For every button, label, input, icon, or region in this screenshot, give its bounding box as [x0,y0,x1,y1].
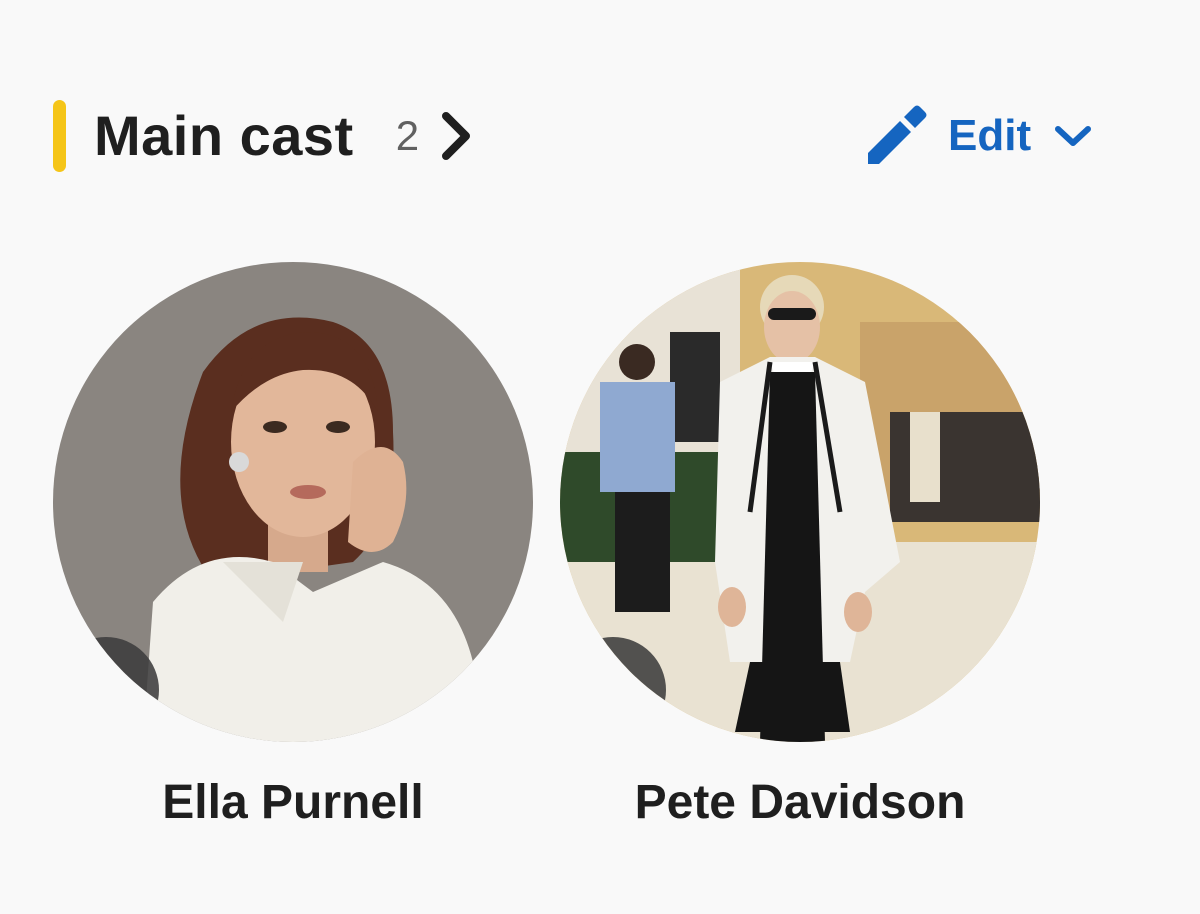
actor-photo[interactable] [560,262,1040,742]
add-to-watchlist-button[interactable] [560,637,666,742]
section-title: Main cast [94,104,354,167]
edit-label: Edit [948,111,1032,160]
pencil-icon [862,103,928,169]
cast-card: Pete Davidson [560,262,1040,829]
cast-card: Ella Purnell [53,262,533,829]
cast-count: 2 [395,112,420,159]
plus-icon [83,667,129,713]
plus-icon [590,667,636,713]
section-header: Main cast 2 [53,100,473,172]
edit-button[interactable]: Edit [862,104,1093,168]
actor-photo[interactable] [53,262,533,742]
add-to-watchlist-button[interactable] [53,637,159,742]
chevron-right-icon [439,110,473,162]
main-cast-link[interactable]: Main cast 2 [94,108,473,164]
actor-name[interactable]: Pete Davidson [560,774,1040,832]
main-cast-section: Main cast 2 Edit Ella Purnell Pete David… [0,0,1200,914]
chevron-down-icon[interactable] [1053,121,1093,151]
actor-name[interactable]: Ella Purnell [53,774,533,832]
section-accent-bar [53,100,66,172]
